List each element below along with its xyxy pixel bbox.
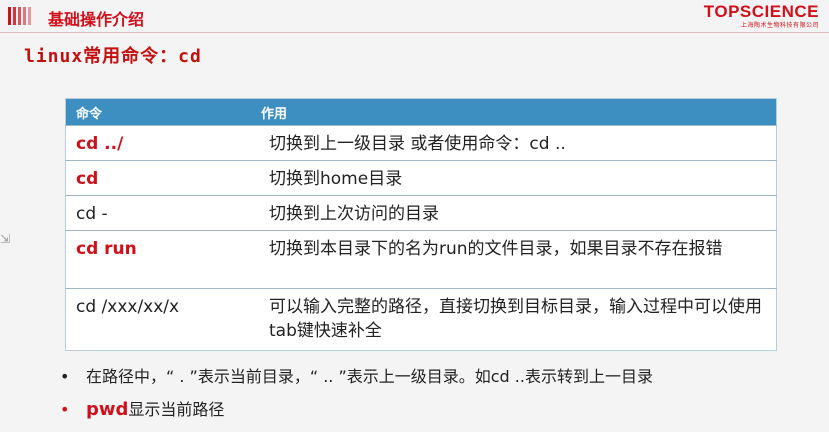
description-cell: 切换到上次访问的目录 bbox=[251, 195, 777, 231]
brand-subtitle: 上海陶术生物科技有限公司 bbox=[740, 22, 819, 29]
list-item: • pwd显示当前路径 bbox=[60, 399, 653, 421]
command-cell: cd ../ bbox=[65, 125, 251, 161]
command-table: 命令 作用 cd ../ 切换到上一级目录 或者使用命令：cd .. cd 切换… bbox=[65, 98, 777, 351]
brand-logo: TOPSCIENCE 上海陶术生物科技有限公司 bbox=[704, 2, 819, 30]
description-cell: 切换到上一级目录 或者使用命令：cd .. bbox=[251, 125, 777, 161]
table-header-row: 命令 作用 bbox=[65, 98, 777, 126]
command-cell: cd bbox=[65, 160, 251, 196]
mouse-cursor-icon: ⇲ bbox=[0, 232, 11, 246]
bullet-list: • 在路径中，“ . ”表示当前目录，“ .. ”表示上一级目录。如cd ..表… bbox=[60, 366, 653, 432]
logo-icon bbox=[6, 4, 36, 28]
page-title: 基础操作介绍 bbox=[48, 10, 145, 29]
bullet-text: 显示当前路径 bbox=[128, 400, 225, 419]
table-row: cd 切换到home目录 bbox=[65, 160, 777, 196]
brand-name: TOPSCIENCE bbox=[703, 2, 819, 21]
description-cell: 切换到本目录下的名为run的文件目录，如果目录不存在报错 bbox=[251, 230, 777, 289]
bullet-text: 在路径中，“ . ”表示当前目录，“ .. ”表示上一级目录。如cd ..表示转… bbox=[86, 367, 653, 386]
command-cell: cd - bbox=[65, 195, 251, 231]
header-divider bbox=[0, 32, 829, 33]
slide: 基础操作介绍 TOPSCIENCE 上海陶术生物科技有限公司 linux常用命令… bbox=[0, 0, 829, 432]
column-header-description: 作用 bbox=[251, 98, 777, 126]
table-row: cd ../ 切换到上一级目录 或者使用命令：cd .. bbox=[65, 125, 777, 161]
table-row: cd run 切换到本目录下的名为run的文件目录，如果目录不存在报错 bbox=[65, 230, 777, 289]
pwd-command: pwd bbox=[86, 399, 129, 420]
command-cell: cd /xxx/xx/x bbox=[65, 288, 251, 351]
description-cell: 可以输入完整的路径，直接切换到目标目录，输入过程中可以使用tab键快速补全 bbox=[251, 288, 777, 351]
section-subtitle: linux常用命令：cd bbox=[24, 46, 202, 67]
command-cell: cd run bbox=[65, 230, 251, 289]
column-header-command: 命令 bbox=[65, 98, 251, 126]
table-row: cd - 切换到上次访问的目录 bbox=[65, 195, 777, 231]
table-row: cd /xxx/xx/x 可以输入完整的路径，直接切换到目标目录，输入过程中可以… bbox=[65, 288, 777, 351]
bullet-icon: • bbox=[60, 400, 70, 419]
list-item: • 在路径中，“ . ”表示当前目录，“ .. ”表示上一级目录。如cd ..表… bbox=[60, 366, 653, 388]
description-cell: 切换到home目录 bbox=[251, 160, 777, 196]
bullet-icon: • bbox=[60, 367, 70, 386]
